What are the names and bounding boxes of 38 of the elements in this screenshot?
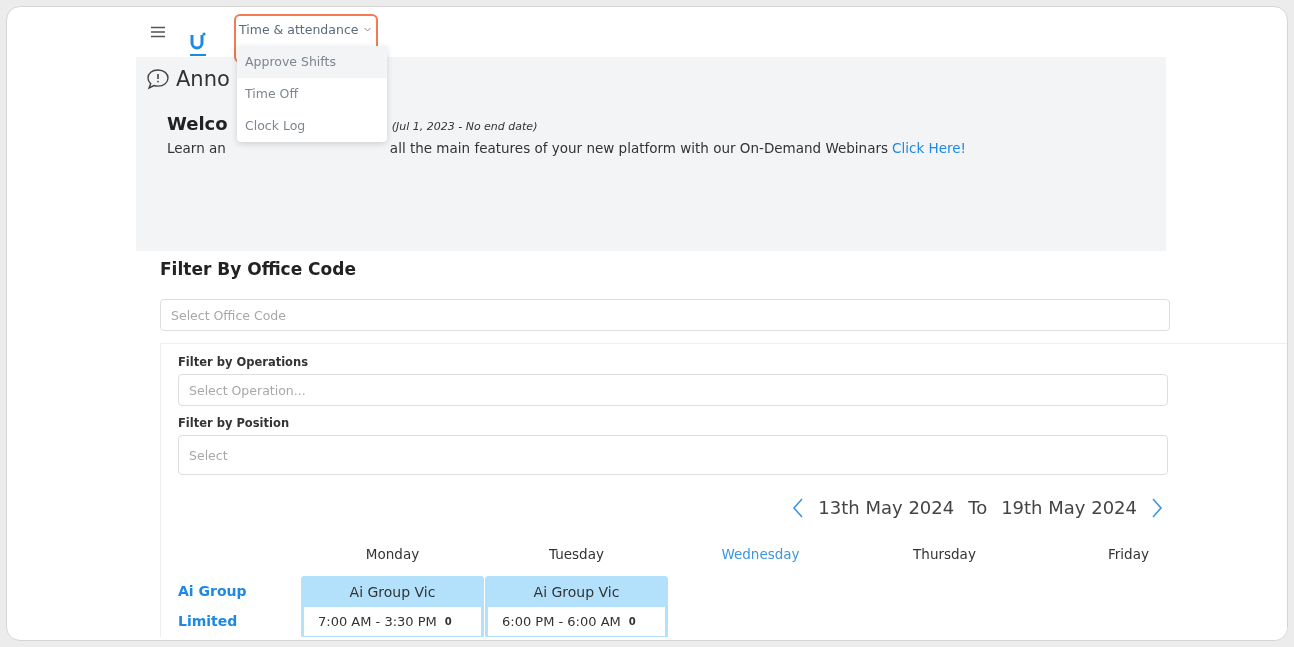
position-field[interactable]: Select bbox=[178, 435, 1168, 475]
shift-count: 0 bbox=[444, 616, 452, 627]
end-date: 19th May 2024 bbox=[1001, 497, 1137, 518]
shift-card[interactable]: Ai Group Vic 6:00 PM - 6:00 AM 0 bbox=[485, 576, 668, 637]
to-text: To bbox=[968, 497, 988, 518]
day-header: Friday bbox=[1107, 546, 1150, 564]
chevron-left-icon[interactable] bbox=[792, 497, 805, 518]
shift-title: Ai Group Vic bbox=[348, 583, 437, 602]
menu-item[interactable]: Time Off bbox=[237, 77, 387, 110]
menu-item[interactable]: Approve Shifts bbox=[237, 45, 387, 78]
day-header: Thursday bbox=[912, 546, 977, 564]
shift-title: Ai Group Vic bbox=[532, 583, 621, 602]
announcement-title: Anno bbox=[176, 67, 230, 91]
shift-count: 0 bbox=[628, 616, 636, 627]
shift-card[interactable]: Ai Group Vic 7:00 AM - 3:30 PM 0 bbox=[301, 576, 484, 637]
logo-icon[interactable] bbox=[190, 31, 206, 57]
start-date: 13th May 2024 bbox=[818, 497, 955, 518]
day-header: Monday bbox=[364, 546, 421, 564]
group-name: Ai Group Limited bbox=[178, 582, 248, 631]
speech-bubble-icon bbox=[146, 68, 170, 90]
chevron-right-icon[interactable] bbox=[1151, 497, 1163, 518]
announcement-text: Learn an bbox=[167, 140, 226, 156]
chevron-down-icon bbox=[364, 26, 372, 32]
field-label: Filter by Operations bbox=[178, 355, 310, 369]
menu-item[interactable]: Clock Log bbox=[237, 109, 387, 142]
filter-title: Filter By Office Code bbox=[160, 259, 357, 279]
date-range: (Jul 1, 2023 - No end date) bbox=[391, 120, 538, 133]
shift-time: 6:00 PM - 6:00 AM bbox=[502, 614, 621, 629]
announcement-text: all the main features of your new platform with our On-Demand Webinars bbox=[389, 140, 889, 156]
menu-icon[interactable] bbox=[151, 26, 165, 38]
click-here-link[interactable]: Click Here! bbox=[892, 140, 966, 156]
office-code-field[interactable]: Select Office Code bbox=[160, 299, 1170, 331]
welcome-title: Welco bbox=[167, 113, 228, 134]
field-label: Filter by Position bbox=[178, 416, 291, 430]
shift-time: 7:00 AM - 3:30 PM bbox=[318, 614, 437, 629]
operation-field[interactable]: Select Operation... bbox=[178, 374, 1168, 406]
day-header: Tuesday bbox=[548, 546, 605, 564]
day-header: Wednesday bbox=[720, 546, 801, 564]
